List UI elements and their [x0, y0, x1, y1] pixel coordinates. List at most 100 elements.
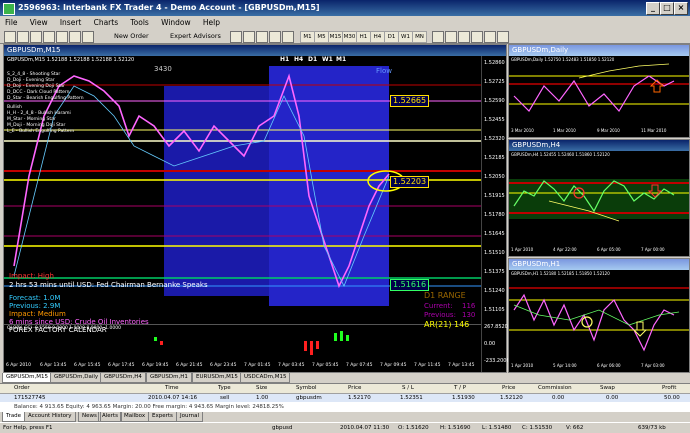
menu-view[interactable]: View	[25, 16, 53, 29]
menu-charts[interactable]: Charts	[89, 16, 124, 29]
zoom-in-icon[interactable]	[269, 31, 281, 43]
indicator-axis-bottom: -233.2006	[484, 358, 510, 364]
time-label: 7 Apr 13:45	[448, 363, 475, 368]
market-watch-icon[interactable]	[30, 31, 42, 43]
range-previous-value: 130	[462, 311, 476, 319]
profiles-icon[interactable]	[17, 31, 29, 43]
news-event-2: 6 mins since USD: Crude Oil Inventories	[9, 318, 149, 326]
main-ohlc: GBPUSDm,M15 1.52188 1.52188 1.52188 1.52…	[7, 57, 135, 63]
cell-time: 2010.04.07 14:16	[148, 395, 198, 401]
close-button[interactable]: ×	[674, 2, 688, 15]
cell-price: 1.52170	[348, 395, 371, 401]
h1-chart-window[interactable]: GBPUSDm,H1 GBPUSDm,H1 1.52180 1.52185 1.…	[508, 258, 690, 373]
tf-w1[interactable]: W1	[398, 31, 413, 43]
col-type[interactable]: Type	[218, 384, 231, 393]
col-commission[interactable]: Commission	[538, 384, 572, 393]
cell-commission: 0.00	[552, 395, 565, 401]
time-label: 6 Apr 23:45	[210, 363, 237, 368]
h4-time-label: 1 Apr 2010	[511, 247, 534, 252]
tf-d1[interactable]: D1	[384, 31, 399, 43]
zoom-out-icon[interactable]	[282, 31, 294, 43]
minimize-button[interactable]: _	[646, 2, 660, 15]
col-sl[interactable]: S / L	[402, 384, 414, 393]
data-window-icon[interactable]	[43, 31, 55, 43]
fibonacci-icon[interactable]	[471, 31, 483, 43]
crosshair-icon[interactable]	[432, 31, 444, 43]
terminal-tab-experts[interactable]: Experts	[148, 412, 177, 422]
tf-m1[interactable]: M1	[300, 31, 315, 43]
h4-time-label: 4 Apr 22:00	[553, 247, 577, 252]
news-forecast: Forecast: 1.0M	[9, 294, 61, 302]
terminal-icon[interactable]	[69, 31, 81, 43]
table-row[interactable]: 171527745 2010.04.07 14:16 sell 1.00 gbp…	[0, 394, 690, 402]
terminal-tabs: Trade Account History News Alerts Mailbo…	[0, 412, 690, 422]
menu-help[interactable]: Help	[198, 16, 225, 29]
new-order-button[interactable]: New Order	[112, 30, 151, 42]
header-number: 3430	[154, 65, 172, 73]
chart-tab[interactable]: GBPUSDm,M15	[2, 373, 52, 383]
legend-line: H_H - 2_4_8 - Bullish Harami	[7, 111, 71, 116]
new-chart-icon[interactable]	[4, 31, 16, 43]
time-label: 7 Apr 11:45	[414, 363, 441, 368]
line-chart-icon[interactable]	[256, 31, 268, 43]
legend-line: D_Doji - Evening Star	[7, 78, 55, 83]
chart-tab[interactable]: USDCADm,M15	[240, 373, 291, 383]
hline-icon[interactable]	[458, 31, 470, 43]
tf-m15[interactable]: M15	[328, 31, 343, 43]
bar-chart-icon[interactable]	[230, 31, 242, 43]
terminal-tab-history[interactable]: Account History	[24, 412, 76, 422]
cell-symbol: gbpusdm	[296, 395, 322, 401]
h4-chart-canvas[interactable]	[509, 151, 689, 246]
col-swap[interactable]: Swap	[600, 384, 615, 393]
terminal-tab-alerts[interactable]: Alerts	[98, 412, 122, 422]
expert-advisors-button[interactable]: Expert Advisors	[168, 30, 223, 42]
terminal-header: Order Time Type Size Symbol Price S / L …	[0, 384, 690, 394]
indicator-label: QLORY_CCI -0.5558 0.0000 1.0000 0.0000 -…	[7, 326, 122, 331]
menu-tools[interactable]: Tools	[125, 16, 153, 29]
maximize-button[interactable]: □	[660, 2, 674, 15]
col-price[interactable]: Price	[348, 384, 361, 393]
terminal-tab-mailbox[interactable]: Mailbox	[120, 412, 150, 422]
h1-time-label: 6 Apr 06:00	[597, 363, 621, 368]
tf-mn[interactable]: MN	[412, 31, 427, 43]
daily-chart-window[interactable]: GBPUSDm,Daily GBPUSDm,Daily 1.52750 1.52…	[508, 44, 690, 138]
h1-chart-canvas[interactable]	[509, 270, 689, 362]
balance-line: Balance: 4 913.65 Equity: 4 963.65 Margi…	[0, 403, 690, 411]
daily-chart-canvas[interactable]	[509, 56, 689, 126]
terminal-tab-journal[interactable]: Journal	[176, 412, 204, 422]
tester-icon[interactable]	[82, 31, 94, 43]
tf-label-d1: D1	[308, 56, 318, 63]
col-order[interactable]: Order	[14, 384, 30, 393]
tf-m5[interactable]: M5	[314, 31, 329, 43]
cell-size: 1.00	[256, 395, 269, 401]
chart-tab[interactable]: GBPUSDm,Daily	[50, 373, 103, 383]
daily-time-label: 11 Mar 2010	[641, 128, 667, 133]
main-chart-window[interactable]: GBPUSDm,M15 1.52860 1.52725 1.52590 1.52…	[3, 44, 510, 373]
navigator-icon[interactable]	[56, 31, 68, 43]
col-time[interactable]: Time	[165, 384, 178, 393]
tf-h1[interactable]: H1	[356, 31, 371, 43]
candles-icon[interactable]	[243, 31, 255, 43]
menu-file[interactable]: File	[0, 16, 23, 29]
col-profit[interactable]: Profit	[662, 384, 676, 393]
trendline-icon[interactable]	[445, 31, 457, 43]
tf-m30[interactable]: M30	[342, 31, 357, 43]
col-price-current[interactable]: Price	[502, 384, 515, 393]
news-event-1: 2 hrs 53 mins until USD: Fed Chairman Be…	[9, 281, 208, 289]
chart-tab[interactable]: EURUSDm,M15	[192, 373, 242, 383]
terminal-tab-trade[interactable]: Trade	[2, 412, 26, 422]
tf-h4[interactable]: H4	[370, 31, 385, 43]
col-tp[interactable]: T / P	[454, 384, 466, 393]
col-size[interactable]: Size	[256, 384, 267, 393]
menu-window[interactable]: Window	[156, 16, 196, 29]
h4-chart-window[interactable]: GBPUSDm,H4 GBPUSDm,H4 1.52455 1.52460 1.…	[508, 139, 690, 257]
daily-time-label: 1 Mar 2010	[553, 128, 576, 133]
arrow-tool-icon[interactable]	[497, 31, 509, 43]
axis-price-6: 1.52050	[484, 174, 505, 180]
menu-insert[interactable]: Insert	[55, 16, 87, 29]
chart-tab[interactable]: GBPUSDm,H1	[146, 373, 192, 383]
time-label: 7 Apr 09:45	[380, 363, 407, 368]
chart-tab[interactable]: GBPUSDm,H4	[100, 373, 146, 383]
col-symbol[interactable]: Symbol	[296, 384, 317, 393]
text-tool-icon[interactable]	[484, 31, 496, 43]
